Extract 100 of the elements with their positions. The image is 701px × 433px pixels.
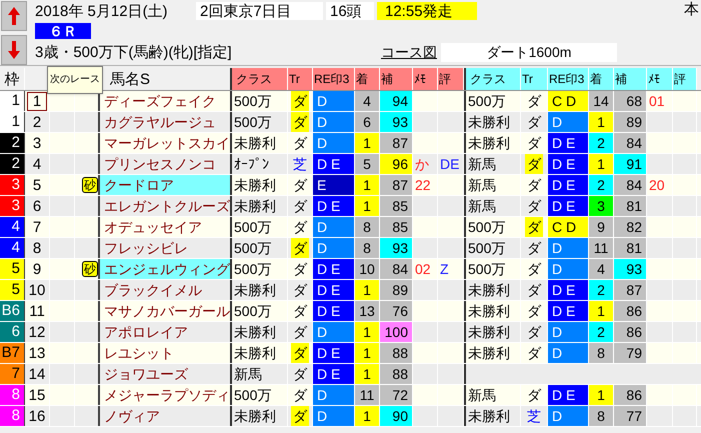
horse-name-cell-text: ディーズフェイク (103, 92, 217, 110)
mark-cell: D E (313, 343, 354, 363)
rating-cell: 87 (380, 133, 412, 153)
rating-cell: 100 (380, 322, 412, 342)
horse-name-cell: クードロア (100, 175, 230, 195)
finish-cell: 10 (355, 259, 379, 279)
mark-cell: D (548, 259, 588, 279)
horse-number-cell[interactable]: 5 (26, 176, 48, 194)
class-cell: 500万 (234, 388, 272, 402)
track-cell: ダ (291, 238, 309, 258)
rating-cell: 77 (614, 406, 646, 426)
rating-cell: 76 (380, 301, 412, 321)
horse-name-cell-text: マサノカバーガール (103, 302, 230, 320)
finish-cell: 1 (355, 343, 379, 363)
track-cell-text: ダ (526, 281, 542, 300)
finish-cell: 1 (355, 175, 379, 195)
edge-text: 本 (684, 2, 699, 17)
track-cell-text: ダ (292, 260, 308, 279)
column-header: 補 (614, 68, 647, 90)
mark-cell: D (313, 322, 354, 342)
track-cell-text: ダ (526, 239, 542, 258)
bracket-cell: 2 (0, 154, 25, 174)
mark-cell: D E (548, 280, 588, 300)
class-cell: 未勝利 (234, 325, 276, 339)
class-cell: 500万 (468, 94, 506, 108)
mark-cell: D E (548, 175, 588, 195)
rating-cell: 93 (380, 238, 412, 258)
rating-cell: 89 (380, 280, 412, 300)
meeting-field: 2回東京7日目 (196, 2, 323, 20)
column-header: 評 (438, 68, 464, 90)
track-cell-text: ダ (526, 134, 542, 153)
horse-number-cell[interactable]: 15 (22, 386, 52, 404)
mark-cell: D E (313, 259, 354, 279)
rating-cell: 86 (614, 385, 646, 405)
horse-number-cell[interactable]: 14 (22, 364, 52, 384)
horse-number-cell[interactable]: 4 (26, 154, 48, 174)
course-map-link[interactable]: コース図 (381, 45, 441, 59)
track-cell-text: ダ (292, 302, 308, 321)
track-cell-text: 芝 (292, 155, 308, 174)
bracket-cell: B7 (0, 343, 25, 363)
finish-cell: 3 (589, 196, 613, 216)
track-cell-text: ダ (526, 386, 542, 405)
mark-cell: D (313, 133, 354, 153)
column-header: 枠 (4, 72, 20, 86)
horse-number-cell[interactable]: 10 (22, 280, 52, 300)
horse-number-cell[interactable]: 8 (26, 238, 48, 258)
grade-cell: DE (440, 157, 460, 171)
course-field: ダート1600m (441, 42, 617, 62)
horse-number-cell[interactable]: 13 (22, 344, 52, 362)
class-cell: 未勝利 (468, 409, 510, 423)
runners-field: 16頭 (326, 2, 374, 20)
previous-race-button[interactable] (1, 1, 27, 31)
class-cell: 未勝利 (468, 283, 510, 297)
rating-cell: 68 (614, 91, 646, 111)
sand-badge: 砂 (82, 261, 98, 277)
class-cell: 500万 (468, 220, 506, 234)
class-cell: 未勝利 (234, 346, 276, 360)
class-cell: 500万 (234, 94, 272, 108)
column-header: 補 (380, 68, 413, 90)
finish-cell: 4 (589, 259, 613, 279)
horse-number-cell[interactable]: 11 (23, 302, 51, 320)
class-cell: 未勝利 (234, 178, 276, 192)
class-cell: 新馬 (468, 157, 496, 171)
bracket-cell: 1 (0, 112, 25, 132)
bracket-cell: 6 (0, 322, 25, 342)
horse-name-cell-text: ジョワユーズ (103, 364, 189, 384)
finish-cell: 8 (589, 406, 613, 426)
finish-cell: 1 (355, 280, 379, 300)
horse-number-cell[interactable]: 7 (26, 218, 48, 236)
race-number-badge: ６Ｒ (35, 22, 91, 38)
horse-number-cell[interactable]: 6 (26, 196, 48, 216)
horse-name-cell-text: マーガレットスカイ (103, 134, 230, 152)
class-cell: 未勝利 (468, 346, 510, 360)
bracket-cell: 4 (0, 238, 25, 258)
column-header: 評 (673, 68, 697, 90)
horse-number-cell[interactable]: 16 (22, 406, 52, 426)
finish-cell: 9 (589, 217, 613, 237)
class-cell: 新馬 (468, 388, 496, 402)
horse-number-cell[interactable]: 3 (26, 134, 48, 152)
next-race-button[interactable] (1, 35, 27, 65)
mark-cell: D E (313, 154, 354, 174)
finish-cell: 6 (355, 112, 379, 132)
finish-cell: 8 (355, 217, 379, 237)
bracket-cell: 4 (0, 217, 25, 237)
mark-cell: D (313, 217, 354, 237)
finish-cell: 8 (589, 343, 613, 363)
column-header: クラス (464, 68, 521, 90)
track-cell-text: ダ (292, 281, 308, 300)
track-cell-text: 芝 (526, 407, 542, 426)
horse-number-cell[interactable]: 12 (22, 322, 52, 342)
horse-number-cell[interactable]: 9 (26, 260, 48, 278)
track-cell-text: ダ (292, 176, 308, 195)
mark-cell: C D (548, 91, 588, 111)
track-cell-text: ダ (526, 197, 542, 216)
horse-number-cell[interactable]: 2 (26, 112, 48, 132)
rating-cell: 79 (614, 343, 646, 363)
finish-cell: 2 (589, 280, 613, 300)
horse-number-cell[interactable]: 1 (26, 92, 48, 110)
track-cell-text: ダ (526, 176, 542, 195)
bracket-cell: 8 (0, 406, 25, 426)
